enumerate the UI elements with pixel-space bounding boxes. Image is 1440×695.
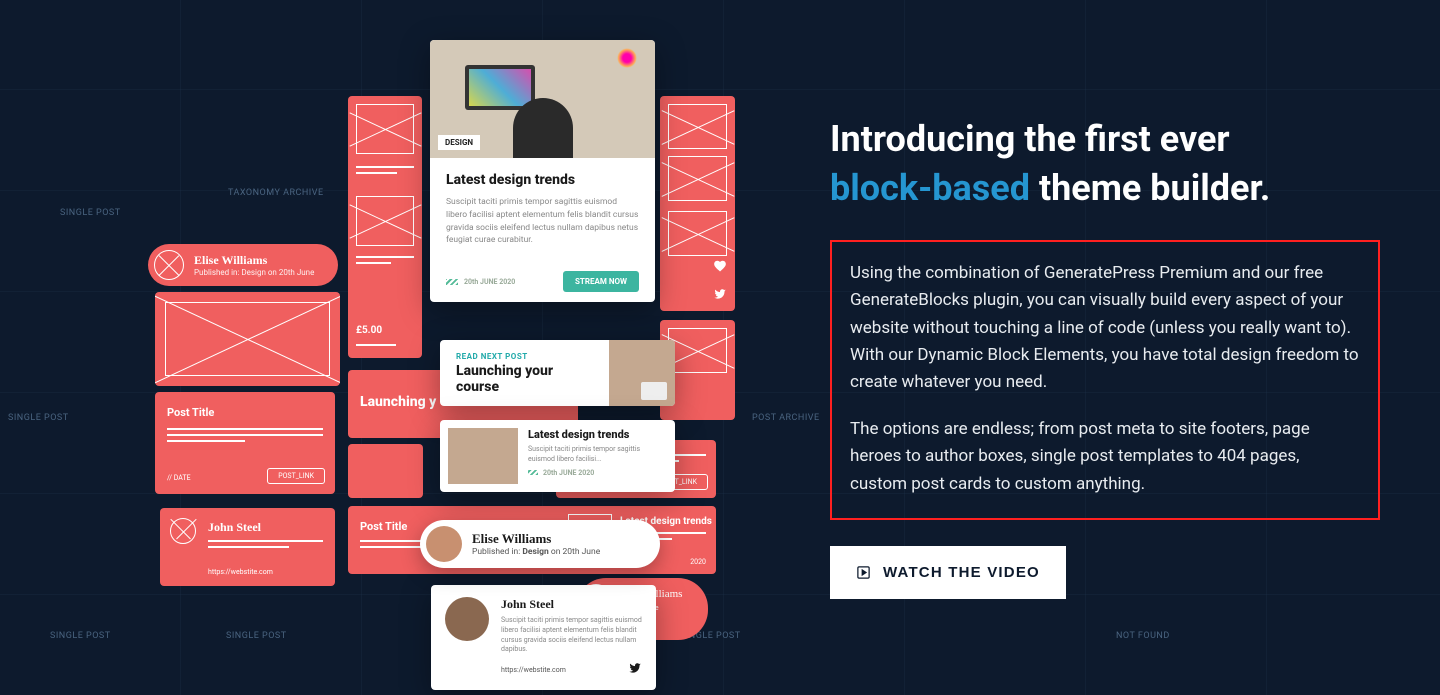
author-name: Elise Williams <box>194 253 314 268</box>
post-card-compact: Latest design trends Suscipit taciti pri… <box>440 420 675 492</box>
wireframe-card: Post Title POST_LINK // DATE <box>155 392 335 494</box>
kicker: READ NEXT POST <box>456 352 593 361</box>
post-card-main: DESIGN Latest design trends Suscipit tac… <box>430 40 655 302</box>
wireframe-card <box>155 292 340 386</box>
author-pill-wireframe: Elise Williams Published in: Design on 2… <box>148 244 338 286</box>
post-title: Latest design trends <box>446 172 639 188</box>
twitter-icon <box>628 661 642 678</box>
watch-video-button[interactable]: WATCH THE VIDEO <box>830 546 1066 599</box>
next-post-title: Launching your course <box>456 363 593 395</box>
author-bio: Suscipit taciti primis tempor sagittis e… <box>501 616 642 655</box>
post-image: DESIGN <box>430 40 655 158</box>
preview-collage: £5.00 Post Title POST_LINK // DATE Jo <box>0 0 790 695</box>
author-meta: Published in: Design on 20th June <box>194 268 314 277</box>
thumbnail <box>448 428 518 484</box>
post-date: 20th JUNE 2020 <box>528 469 667 477</box>
author-name: Elise Williams <box>472 531 600 547</box>
avatar <box>445 597 489 641</box>
next-post-card: READ NEXT POST Launching your course <box>440 340 675 406</box>
wireframe-card <box>348 444 423 498</box>
thumbnail <box>609 340 675 406</box>
author-website: https://webstite.com <box>501 666 566 674</box>
stream-button[interactable]: STREAM NOW <box>563 271 639 292</box>
category-tag: DESIGN <box>438 135 480 150</box>
author-name: John Steel <box>501 597 642 612</box>
avatar <box>426 526 462 562</box>
wireframe-card: £5.00 <box>348 96 422 358</box>
author-pill: Elise Williams Published in: Design on 2… <box>420 520 660 568</box>
play-icon <box>856 565 871 580</box>
highlighted-description: Using the combination of GeneratePress P… <box>830 240 1380 520</box>
post-excerpt: Suscipit taciti primis tempor sagittis e… <box>446 196 639 247</box>
wireframe-card: John Steel https://webstite.com <box>160 508 335 586</box>
post-excerpt: Suscipit taciti primis tempor sagittis e… <box>528 445 667 465</box>
author-card: John Steel Suscipit taciti primis tempor… <box>431 585 656 690</box>
description-p1: Using the combination of GeneratePress P… <box>850 260 1360 396</box>
post-date: 20th JUNE 2020 <box>446 278 515 286</box>
post-title: Latest design trends <box>528 428 667 441</box>
wireframe-card <box>660 96 735 311</box>
button-label: WATCH THE VIDEO <box>883 564 1040 581</box>
description-p2: The options are endless; from post meta … <box>850 416 1360 498</box>
headline: Introducing the first ever block-based t… <box>830 115 1380 212</box>
author-meta: Published in: Design on 20th June <box>472 547 600 557</box>
